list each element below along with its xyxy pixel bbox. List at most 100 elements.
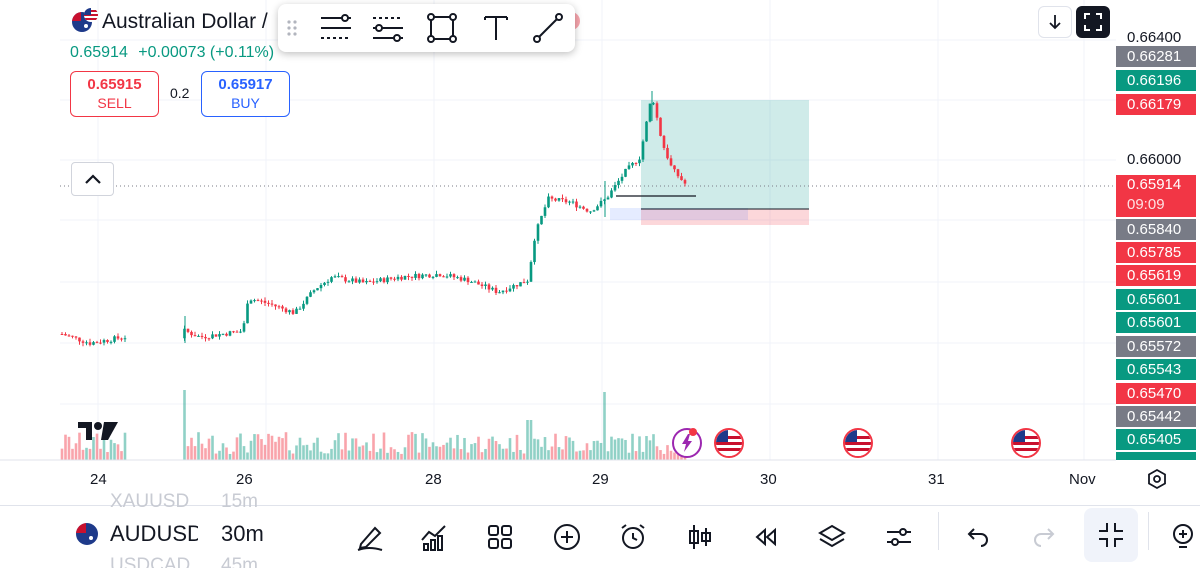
candle-body bbox=[200, 335, 204, 337]
candle-body bbox=[64, 334, 67, 336]
lightbulb-icon[interactable] bbox=[1168, 517, 1200, 557]
axis-tick: 0.66000 bbox=[1127, 151, 1182, 168]
sell-button[interactable]: 0.65915 SELL bbox=[70, 71, 159, 117]
candle-body bbox=[71, 335, 74, 337]
arrow-down-icon[interactable] bbox=[1038, 6, 1072, 38]
volume-bar bbox=[372, 433, 375, 460]
candle-body bbox=[221, 333, 225, 335]
volume-bar bbox=[435, 446, 438, 460]
candle-body bbox=[487, 284, 491, 290]
price-badge: 0.65470 bbox=[1116, 383, 1196, 404]
candle-body bbox=[638, 159, 641, 164]
candle-type-icon[interactable] bbox=[680, 517, 720, 557]
volume-bar bbox=[592, 441, 596, 460]
chart-settings-icon[interactable] bbox=[1146, 468, 1168, 495]
replay-icon[interactable] bbox=[746, 517, 786, 557]
volume-bar bbox=[319, 451, 323, 460]
us-event-icon[interactable] bbox=[1011, 428, 1041, 458]
candle-body bbox=[365, 280, 368, 283]
volume-bar bbox=[312, 442, 316, 460]
volume-bar bbox=[638, 436, 641, 460]
text-icon[interactable] bbox=[476, 10, 516, 46]
candle-body bbox=[193, 335, 197, 337]
date-label: 30 bbox=[760, 471, 777, 488]
candle-body bbox=[452, 274, 456, 278]
candle-body bbox=[407, 275, 410, 277]
candle-body bbox=[330, 277, 333, 282]
volume-bar bbox=[298, 437, 302, 460]
volume-bar bbox=[228, 453, 232, 460]
price-badge-value: 0.65785 bbox=[1127, 244, 1182, 261]
buy-button[interactable]: 0.65917 BUY bbox=[201, 71, 290, 117]
volume-bar bbox=[519, 449, 522, 460]
volume-bar bbox=[246, 452, 249, 460]
bar-countdown: 09:09 bbox=[1127, 196, 1165, 213]
candle-body bbox=[92, 342, 95, 345]
candle-body bbox=[438, 274, 442, 277]
volume-bar bbox=[295, 445, 298, 460]
volume-bar bbox=[459, 449, 463, 460]
volume-bar bbox=[375, 452, 379, 460]
candle-body bbox=[102, 340, 106, 343]
alarm-icon[interactable] bbox=[613, 517, 653, 557]
candle-body bbox=[459, 277, 463, 281]
undo-icon[interactable] bbox=[958, 517, 998, 557]
candle-body bbox=[67, 335, 71, 337]
fullscreen-icon[interactable] bbox=[1076, 6, 1110, 38]
candle-body bbox=[421, 274, 424, 279]
drag-handle-icon[interactable] bbox=[278, 10, 306, 46]
volume-bar bbox=[652, 434, 655, 460]
layout-grid-icon[interactable] bbox=[480, 517, 520, 557]
volume-bars bbox=[60, 390, 687, 460]
volume-bar bbox=[627, 452, 631, 460]
volume-bar bbox=[648, 440, 652, 460]
volume-bar bbox=[71, 448, 74, 460]
candle-body bbox=[281, 306, 284, 309]
volume-bar bbox=[274, 441, 277, 460]
add-icon[interactable] bbox=[547, 517, 587, 557]
short-position-icon[interactable] bbox=[368, 10, 408, 46]
volume-bar bbox=[568, 437, 571, 460]
candle-body bbox=[648, 103, 652, 122]
volume-bar bbox=[242, 446, 246, 460]
volume-bar bbox=[617, 438, 620, 460]
dividend-event-icon[interactable] bbox=[672, 428, 702, 458]
rectangle-icon[interactable] bbox=[422, 10, 462, 46]
exit-fullscreen-icon[interactable] bbox=[1084, 508, 1138, 562]
timeframe-above[interactable]: 15m bbox=[221, 491, 258, 513]
timeframe-below[interactable]: 45m bbox=[221, 555, 258, 568]
pen-icon[interactable] bbox=[350, 517, 390, 557]
symbol-title[interactable]: Australian Dollar / bbox=[102, 10, 268, 34]
candle-body bbox=[473, 281, 477, 283]
candle-body bbox=[424, 274, 428, 276]
volume-bar bbox=[123, 432, 127, 460]
candle-body bbox=[592, 210, 596, 212]
volume-bar bbox=[60, 448, 64, 460]
price-badge: 0.65572 bbox=[1116, 336, 1196, 357]
volume-bar bbox=[480, 452, 484, 460]
volume-bar bbox=[316, 437, 319, 460]
volume-bar bbox=[330, 448, 333, 460]
volume-bar bbox=[256, 434, 260, 460]
candle-body bbox=[305, 296, 309, 304]
layers-icon[interactable] bbox=[812, 517, 852, 557]
us-event-icon[interactable] bbox=[843, 428, 873, 458]
volume-bar bbox=[442, 444, 445, 460]
candle-body bbox=[242, 323, 246, 332]
volume-bar bbox=[120, 451, 123, 460]
us-event-icon[interactable] bbox=[714, 428, 744, 458]
redo-icon[interactable] bbox=[1024, 517, 1064, 557]
volume-bar bbox=[578, 450, 582, 460]
settings-sliders-icon[interactable] bbox=[879, 517, 919, 557]
volume-bar bbox=[344, 432, 347, 460]
long-position-icon[interactable] bbox=[316, 10, 356, 46]
timeframe-selector[interactable]: 30m bbox=[221, 521, 264, 547]
price-badge: 0.65543 bbox=[1116, 359, 1196, 380]
symbol-below[interactable]: USDCAD bbox=[110, 555, 190, 568]
volume-bar bbox=[655, 446, 659, 460]
collapse-button[interactable] bbox=[71, 162, 114, 196]
trend-line-icon[interactable] bbox=[528, 10, 568, 46]
symbol-selector[interactable]: AUDUSD bbox=[110, 521, 198, 547]
indicators-icon[interactable] bbox=[414, 517, 454, 557]
symbol-above[interactable]: XAUUSD bbox=[110, 491, 189, 513]
